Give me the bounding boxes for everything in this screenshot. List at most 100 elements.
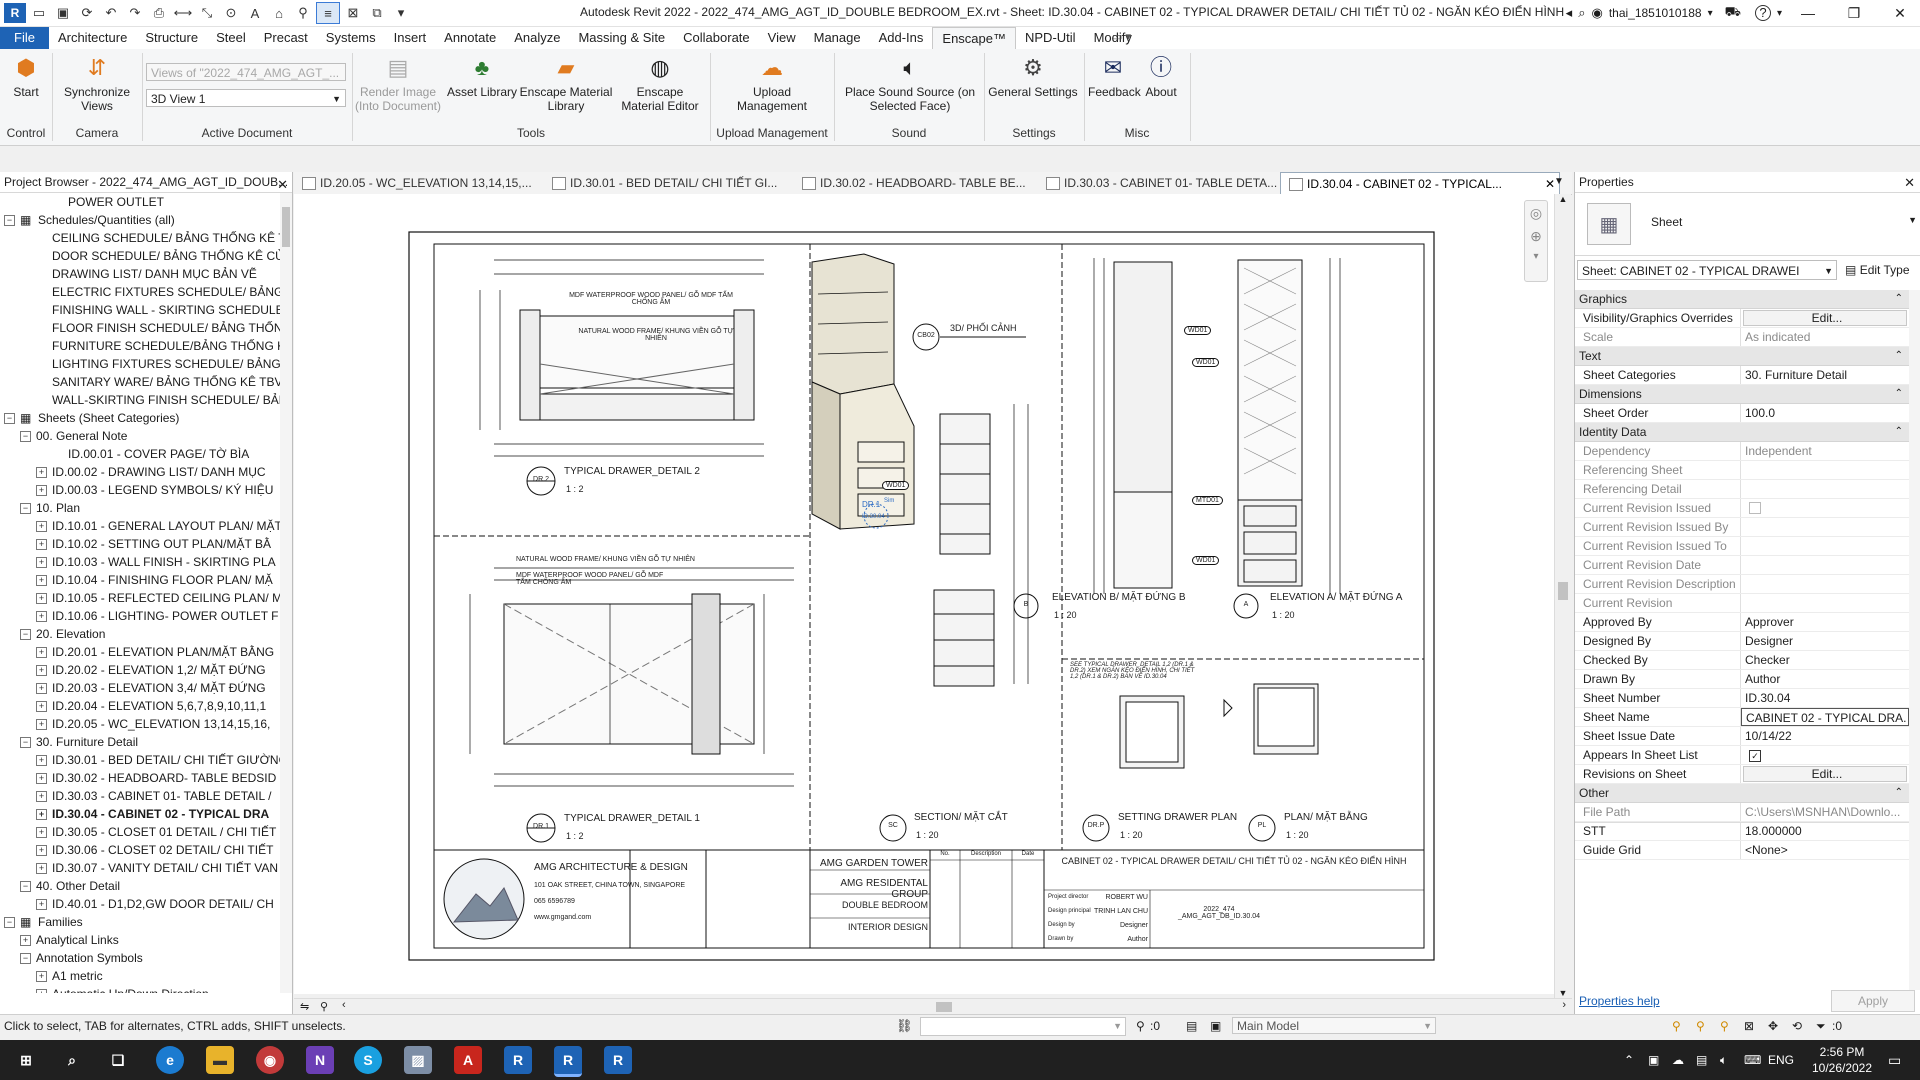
checkbox-icon[interactable]: ✓ bbox=[1749, 750, 1761, 762]
tree-item[interactable]: + ID.30.02 - HEADBOARD- TABLE BEDSID bbox=[0, 769, 280, 787]
prop-value[interactable]: ID.30.04 bbox=[1741, 689, 1909, 707]
measure-icon[interactable]: ⟷ bbox=[172, 3, 194, 23]
start-button[interactable]: ⬢ Start bbox=[6, 53, 46, 100]
user-menu-chevron-icon[interactable]: ▾ bbox=[1708, 8, 1713, 19]
doc-tab[interactable]: ID.20.05 - WC_ELEVATION 13,14,15,... bbox=[294, 172, 566, 194]
ribbon-tab-add-ins[interactable]: Add-Ins bbox=[870, 27, 933, 49]
prop-value[interactable]: CABINET 02 - TYPICAL DRA. bbox=[1741, 708, 1909, 726]
workset-dropdown[interactable]: ▼ bbox=[920, 1017, 1126, 1036]
tree-item[interactable]: − ▦ Sheets (Sheet Categories) bbox=[0, 409, 280, 427]
prop-row[interactable]: Sheet Order 100.0 bbox=[1575, 404, 1909, 423]
asset-library-button[interactable]: ♣ Asset Library bbox=[446, 53, 518, 100]
scroll-up-icon[interactable]: ▲ bbox=[1555, 194, 1571, 204]
tree-item[interactable]: + ID.20.02 - ELEVATION 1,2/ MẶT ĐỨNG bbox=[0, 661, 280, 679]
place-sound-source-button[interactable]: 🔈︎ Place Sound Source (on Selected Face) bbox=[840, 53, 980, 114]
clock[interactable]: 2:56 PM 10/26/2022 bbox=[1806, 1044, 1878, 1076]
doc-tab[interactable]: ID.30.03 - CABINET 01- TABLE DETA... bbox=[1038, 172, 1302, 194]
close-icon[interactable]: ✕ bbox=[277, 174, 288, 195]
revit-taskbar-icon-3[interactable]: R bbox=[604, 1046, 632, 1074]
select-links-icon[interactable]: ⚲ bbox=[1672, 1015, 1681, 1037]
revit-taskbar-icon-2[interactable]: R bbox=[554, 1046, 582, 1077]
navigation-bar[interactable]: ◎ ⊕ ▾ bbox=[1524, 200, 1548, 282]
properties-scrollbar[interactable] bbox=[1909, 290, 1920, 990]
expand-icon[interactable]: + bbox=[36, 701, 47, 712]
tree-item[interactable]: + ID.30.06 - CLOSET 02 DETAIL/ CHI TIẾT bbox=[0, 841, 280, 859]
editable-only-icon[interactable]: ⚲ bbox=[1136, 1015, 1145, 1037]
open-icon[interactable]: ▭ bbox=[28, 3, 50, 23]
sync-icon[interactable]: ⟳ bbox=[76, 3, 98, 23]
search-nav-icon[interactable]: ◂ bbox=[1566, 5, 1573, 21]
collapse-icon[interactable]: − bbox=[20, 431, 31, 442]
prop-section-identity-data[interactable]: Identity Data ⌃ bbox=[1575, 423, 1909, 442]
ribbon-tab-steel[interactable]: Steel bbox=[207, 27, 255, 49]
instance-filter-dropdown[interactable]: Sheet: CABINET 02 - TYPICAL DRAWEI ▼ bbox=[1577, 260, 1837, 280]
filter-icon[interactable]: ⏷ bbox=[1816, 1015, 1826, 1037]
steering-wheel-icon[interactable]: ◎ bbox=[1525, 205, 1547, 222]
tree-item[interactable]: CEILING SCHEDULE/ BẢNG THỐNG KÊ TRẦN bbox=[0, 229, 280, 247]
material-library-button[interactable]: ▰ Enscape Material Library bbox=[518, 53, 614, 114]
expand-icon[interactable]: + bbox=[36, 557, 47, 568]
prop-row[interactable]: Sheet Categories 30. Furniture Detail bbox=[1575, 366, 1909, 385]
collapse-section-icon[interactable]: ⌃ bbox=[1895, 347, 1903, 365]
collapse-icon[interactable]: − bbox=[4, 215, 15, 226]
contextual-options-icon[interactable]: ▭ ▾ bbox=[1112, 30, 1131, 43]
general-settings-button[interactable]: ⚙ General Settings bbox=[988, 53, 1078, 100]
design-options-icon[interactable]: ▤ bbox=[1186, 1015, 1197, 1037]
tree-scrollbar[interactable] bbox=[280, 193, 292, 993]
acrobat-icon[interactable]: A bbox=[454, 1046, 482, 1074]
scale-toggle-icon[interactable]: ⇋ bbox=[300, 1000, 309, 1013]
cloud-tray-icon[interactable]: ☁ bbox=[1672, 1040, 1684, 1080]
prop-value[interactable]: Approver bbox=[1741, 613, 1909, 631]
section-icon[interactable]: ⚲ bbox=[292, 3, 314, 23]
expand-icon[interactable]: + bbox=[36, 899, 47, 910]
collapse-section-icon[interactable]: ⌃ bbox=[1895, 290, 1903, 308]
prop-section-other[interactable]: Other ⌃ bbox=[1575, 784, 1909, 803]
scroll-right-icon[interactable]: › bbox=[1562, 999, 1566, 1011]
prop-row[interactable]: Sheet Issue Date 10/14/22 bbox=[1575, 727, 1909, 746]
prop-row[interactable]: Sheet Number ID.30.04 bbox=[1575, 689, 1909, 708]
volume-icon[interactable]: 🔈︎ bbox=[1720, 1040, 1727, 1080]
prop-value[interactable]: Checker bbox=[1741, 651, 1909, 669]
tree-item[interactable]: FINISHING WALL - SKIRTING SCHEDULE bbox=[0, 301, 280, 319]
tree-item[interactable]: + ID.00.02 - DRAWING LIST/ DANH MỤC bbox=[0, 463, 280, 481]
tree-item[interactable]: LIGHTING FIXTURES SCHEDULE/ BẢNG THỐNG bbox=[0, 355, 280, 373]
collapse-icon[interactable]: − bbox=[4, 917, 15, 928]
tree-item[interactable]: − ▦ Schedules/Quantities (all) bbox=[0, 211, 280, 229]
tabs-menu-chevron-icon[interactable]: ▼ bbox=[1554, 176, 1564, 187]
canvas-horizontal-scrollbar[interactable]: ⇋ ⚲ ‹ › bbox=[294, 998, 1572, 1015]
collapse-section-icon[interactable]: ⌃ bbox=[1895, 385, 1903, 403]
expand-icon[interactable]: + bbox=[36, 611, 47, 622]
save-icon[interactable]: ▣ bbox=[52, 3, 74, 23]
tree-item[interactable]: −40. Other Detail bbox=[0, 877, 280, 895]
tree-item[interactable]: SANITARY WARE/ BẢNG THỐNG KÊ TBVS bbox=[0, 373, 280, 391]
checkbox[interactable]: ✓ bbox=[1741, 746, 1909, 764]
tree-item[interactable]: FURNITURE SCHEDULE/BẢNG THỐNG KÊ ĐỒ bbox=[0, 337, 280, 355]
3d-view-icon[interactable]: ⌂ bbox=[268, 3, 290, 23]
prop-section-dimensions[interactable]: Dimensions ⌃ bbox=[1575, 385, 1909, 404]
tree-item[interactable]: ID.00.01 - COVER PAGE/ TỜ BÌA bbox=[0, 445, 280, 463]
revit-logo-icon[interactable]: R bbox=[4, 3, 26, 23]
expand-icon[interactable]: + bbox=[36, 791, 47, 802]
select-by-face-icon[interactable]: ⊠ bbox=[1744, 1015, 1754, 1037]
thin-lines-icon[interactable]: ≡ bbox=[316, 2, 340, 24]
view-combo[interactable]: 3D View 1 ▼ bbox=[146, 89, 346, 107]
tree-item[interactable]: ELECTRIC FIXTURES SCHEDULE/ BẢNG THỐNG K… bbox=[0, 283, 280, 301]
type-selector[interactable]: ▦ Sheet ▼ bbox=[1575, 193, 1920, 256]
apply-button[interactable]: Apply bbox=[1831, 990, 1915, 1012]
tree-item[interactable]: + ID.10.05 - REFLECTED CEILING PLAN/ M bbox=[0, 589, 280, 607]
design-option-dropdown[interactable]: Main Model ▼ bbox=[1232, 1017, 1436, 1034]
notifications-icon[interactable]: ▭ bbox=[1888, 1040, 1901, 1080]
edit-button[interactable]: Edit... bbox=[1743, 310, 1907, 326]
onenote-icon[interactable]: N bbox=[306, 1046, 334, 1074]
prop-row[interactable]: Drawn By Author bbox=[1575, 670, 1909, 689]
collapse-icon[interactable]: − bbox=[4, 413, 15, 424]
text-icon[interactable]: A bbox=[244, 3, 266, 23]
tree-item[interactable]: + Automatic Up/Down Direction bbox=[0, 985, 280, 993]
tree-item[interactable]: + ID.20.04 - ELEVATION 5,6,7,8,9,10,11,1 bbox=[0, 697, 280, 715]
expand-icon[interactable]: + bbox=[36, 539, 47, 550]
network-icon[interactable]: ▤ bbox=[1696, 1040, 1707, 1080]
expand-icon[interactable]: + bbox=[36, 971, 47, 982]
switch-windows-icon[interactable]: ⧉ bbox=[366, 3, 388, 23]
material-editor-button[interactable]: ◍ Enscape Material Editor bbox=[614, 53, 706, 114]
ribbon-tab-architecture[interactable]: Architecture bbox=[49, 27, 136, 49]
